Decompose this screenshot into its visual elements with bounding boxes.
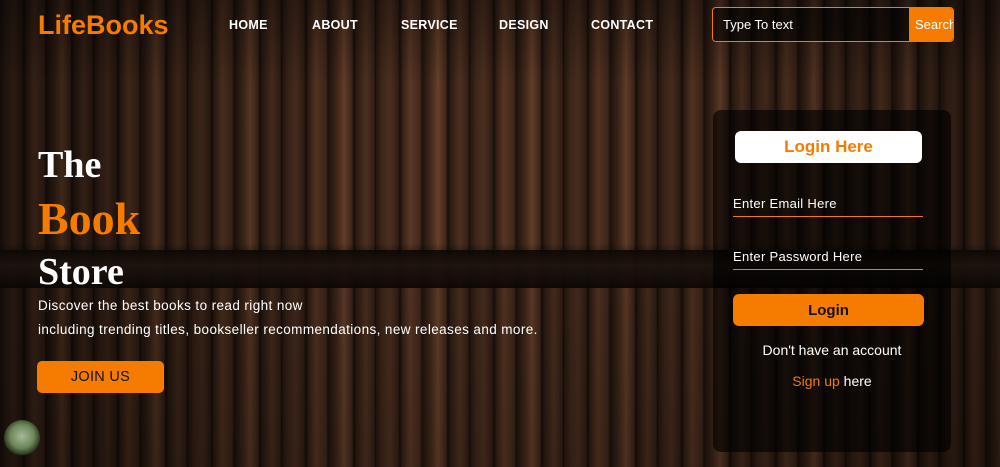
nav-design[interactable]: DESIGN <box>499 18 549 32</box>
hero-description-line1: Discover the best books to read right no… <box>38 298 303 313</box>
main-nav: HOME ABOUT SERVICE DESIGN CONTACT <box>0 18 700 34</box>
signup-suffix: here <box>839 373 872 389</box>
no-account-text: Don't have an account <box>762 342 902 358</box>
email-field[interactable] <box>733 190 923 217</box>
nav-home[interactable]: HOME <box>229 18 268 32</box>
login-button[interactable]: Login <box>733 294 924 326</box>
hero-description-line2: including trending titles, bookseller re… <box>38 322 538 337</box>
search-input[interactable] <box>713 8 909 41</box>
join-us-button[interactable]: JOIN US <box>37 361 164 393</box>
signup-link[interactable]: Sign up <box>792 373 839 389</box>
nav-service[interactable]: SERVICE <box>401 18 458 32</box>
signup-text: Sign up here <box>713 373 951 389</box>
password-field[interactable] <box>733 243 923 270</box>
search-button[interactable]: Search <box>909 8 953 41</box>
login-title: Login Here <box>735 131 922 163</box>
nav-contact[interactable]: CONTACT <box>591 18 653 32</box>
nav-about[interactable]: ABOUT <box>312 18 358 32</box>
login-panel: Login Here Login Don't have an account S… <box>713 110 951 452</box>
search-bar: Search <box>712 7 954 42</box>
hero-title-book: Book <box>38 193 141 244</box>
corner-badge-icon <box>4 420 40 456</box>
hero-title-store: Store <box>38 251 124 293</box>
hero-title-the: The <box>38 144 102 186</box>
